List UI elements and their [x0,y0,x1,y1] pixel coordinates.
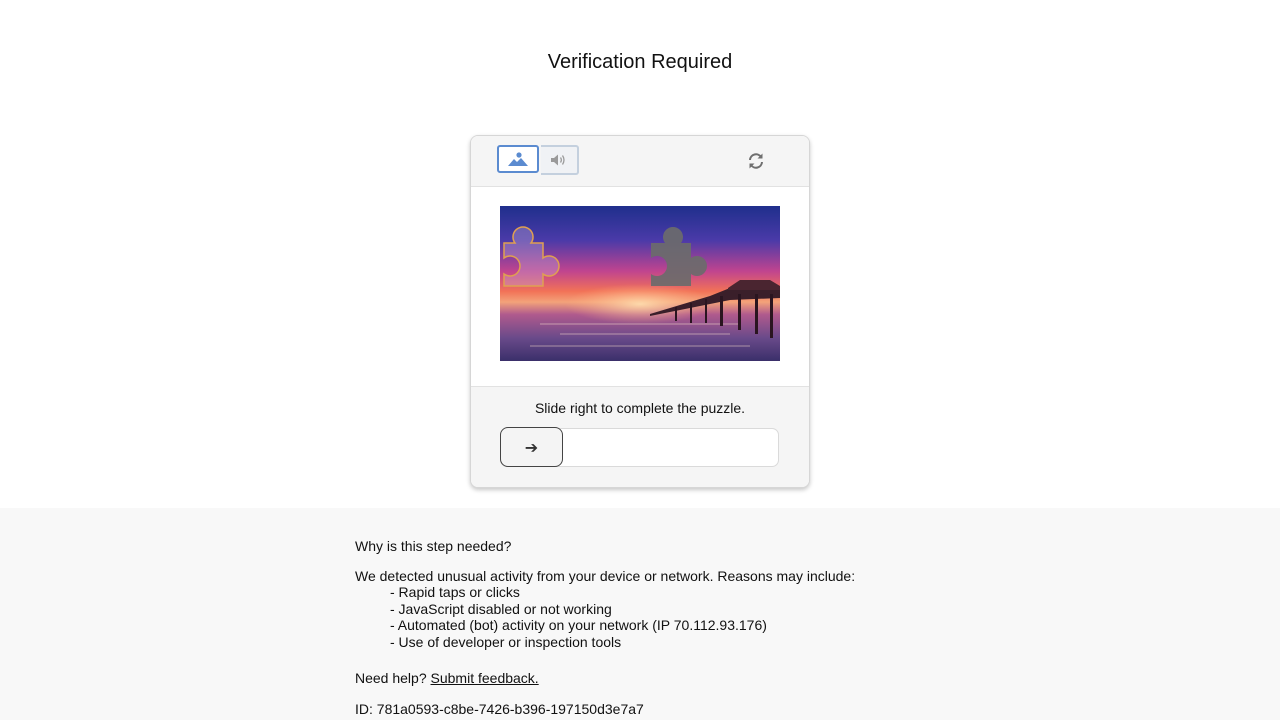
detected-text: We detected unusual activity from your d… [355,568,856,584]
slider-instruction: Slide right to complete the puzzle. [534,400,746,416]
refresh-icon [749,153,763,169]
reason-item: - Automated (bot) activity on your netwo… [390,617,767,634]
speaker-icon [551,154,565,166]
page-title: Verification Required [547,51,733,73]
audio-mode-button[interactable] [541,145,579,175]
captcha-header [471,136,809,187]
submit-feedback-link[interactable]: Submit feedback. [431,670,539,686]
image-mode-button[interactable] [497,145,539,173]
captcha-footer: Slide right to complete the puzzle. ➔ [471,386,809,487]
captcha-widget: Slide right to complete the puzzle. ➔ [470,135,810,488]
why-heading: Why is this step needed? [355,538,512,554]
reason-item: - Use of developer or inspection tools [390,633,622,650]
reasons-list: - Rapid taps or clicks - JavaScript disa… [390,584,767,650]
image-icon [508,152,528,166]
info-section: Why is this step needed? We detected unu… [0,508,1280,720]
slider-handle[interactable]: ➔ [500,427,563,467]
refresh-button[interactable] [745,150,767,172]
reason-item: - JavaScript disabled or not working [390,600,612,617]
arrow-right-icon: ➔ [524,437,539,457]
puzzle-image [500,206,780,361]
reason-item: - Rapid taps or clicks [390,584,520,600]
help-line: Need help? Submit feedback. [355,670,539,686]
request-id: ID: 781a0593-c8be-7426-b396-197150d3e7a7 [355,701,644,717]
help-prefix: Need help? [355,670,427,686]
